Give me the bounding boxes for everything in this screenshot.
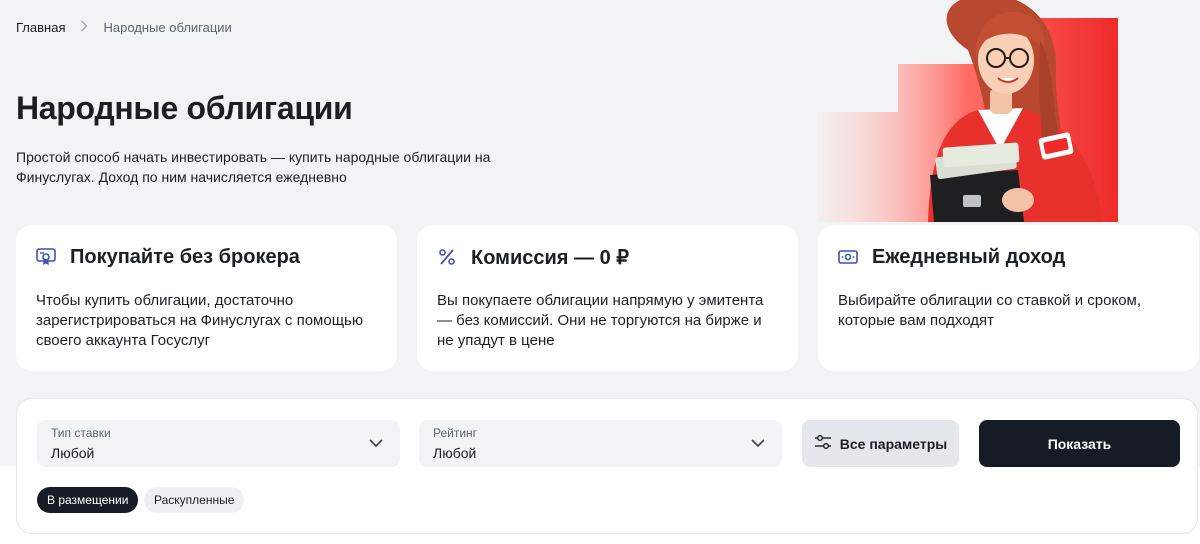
feature-title: Ежедневный доход [872,245,1066,268]
certificate-icon [36,247,56,267]
rating-value: Любой [433,445,477,461]
banknote-icon [838,247,858,267]
sliders-icon [814,434,832,453]
rate-type-label: Тип ставки [51,426,111,440]
feature-title: Покупайте без брокера [70,245,300,268]
rate-type-select[interactable]: Тип ставки Любой [37,420,400,467]
filter-panel: Тип ставки Любой Рейтинг Любой Все парам… [16,398,1198,534]
show-button[interactable]: Показать [979,420,1180,467]
breadcrumb-home-link[interactable]: Главная [16,20,65,35]
page-subtitle: Простой способ начать инвестировать — ку… [16,149,491,185]
chevron-right-icon [77,19,91,35]
feature-title: Комиссия — 0 ₽ [471,246,629,269]
percent-icon [437,247,457,267]
breadcrumb-current: Народные облигации [103,19,232,35]
all-params-label: Все параметры [839,435,948,452]
chip-in-placement[interactable]: В размещении [37,487,139,513]
feature-card-daily-income: Ежедневный доход Выбирайте облигации со … [818,225,1199,371]
breadcrumb: Главная Народные облигации [16,19,232,35]
chevron-down-icon [750,435,766,456]
all-params-button[interactable]: Все параметры [802,420,959,467]
rate-type-value: Любой [51,445,95,461]
chevron-down-icon [368,435,384,456]
feature-text: Вы покупаете облигации напрямую у эмитен… [437,292,764,349]
page-title: Народные облигации [16,90,353,126]
feature-text: Выбирайте облигации со ставкой и сроком,… [838,292,1142,329]
rating-label: Рейтинг [433,426,478,440]
feature-text: Чтобы купить облигации, достаточно зарег… [36,292,364,349]
chip-sold-out[interactable]: Раскупленные [144,487,245,513]
rating-select[interactable]: Рейтинг Любой [419,420,782,467]
feature-card-commission: Комиссия — 0 ₽ Вы покупаете облигации на… [417,225,798,371]
feature-card-no-broker: Покупайте без брокера Чтобы купить облиг… [16,225,397,371]
hero-illustration [818,0,1118,222]
